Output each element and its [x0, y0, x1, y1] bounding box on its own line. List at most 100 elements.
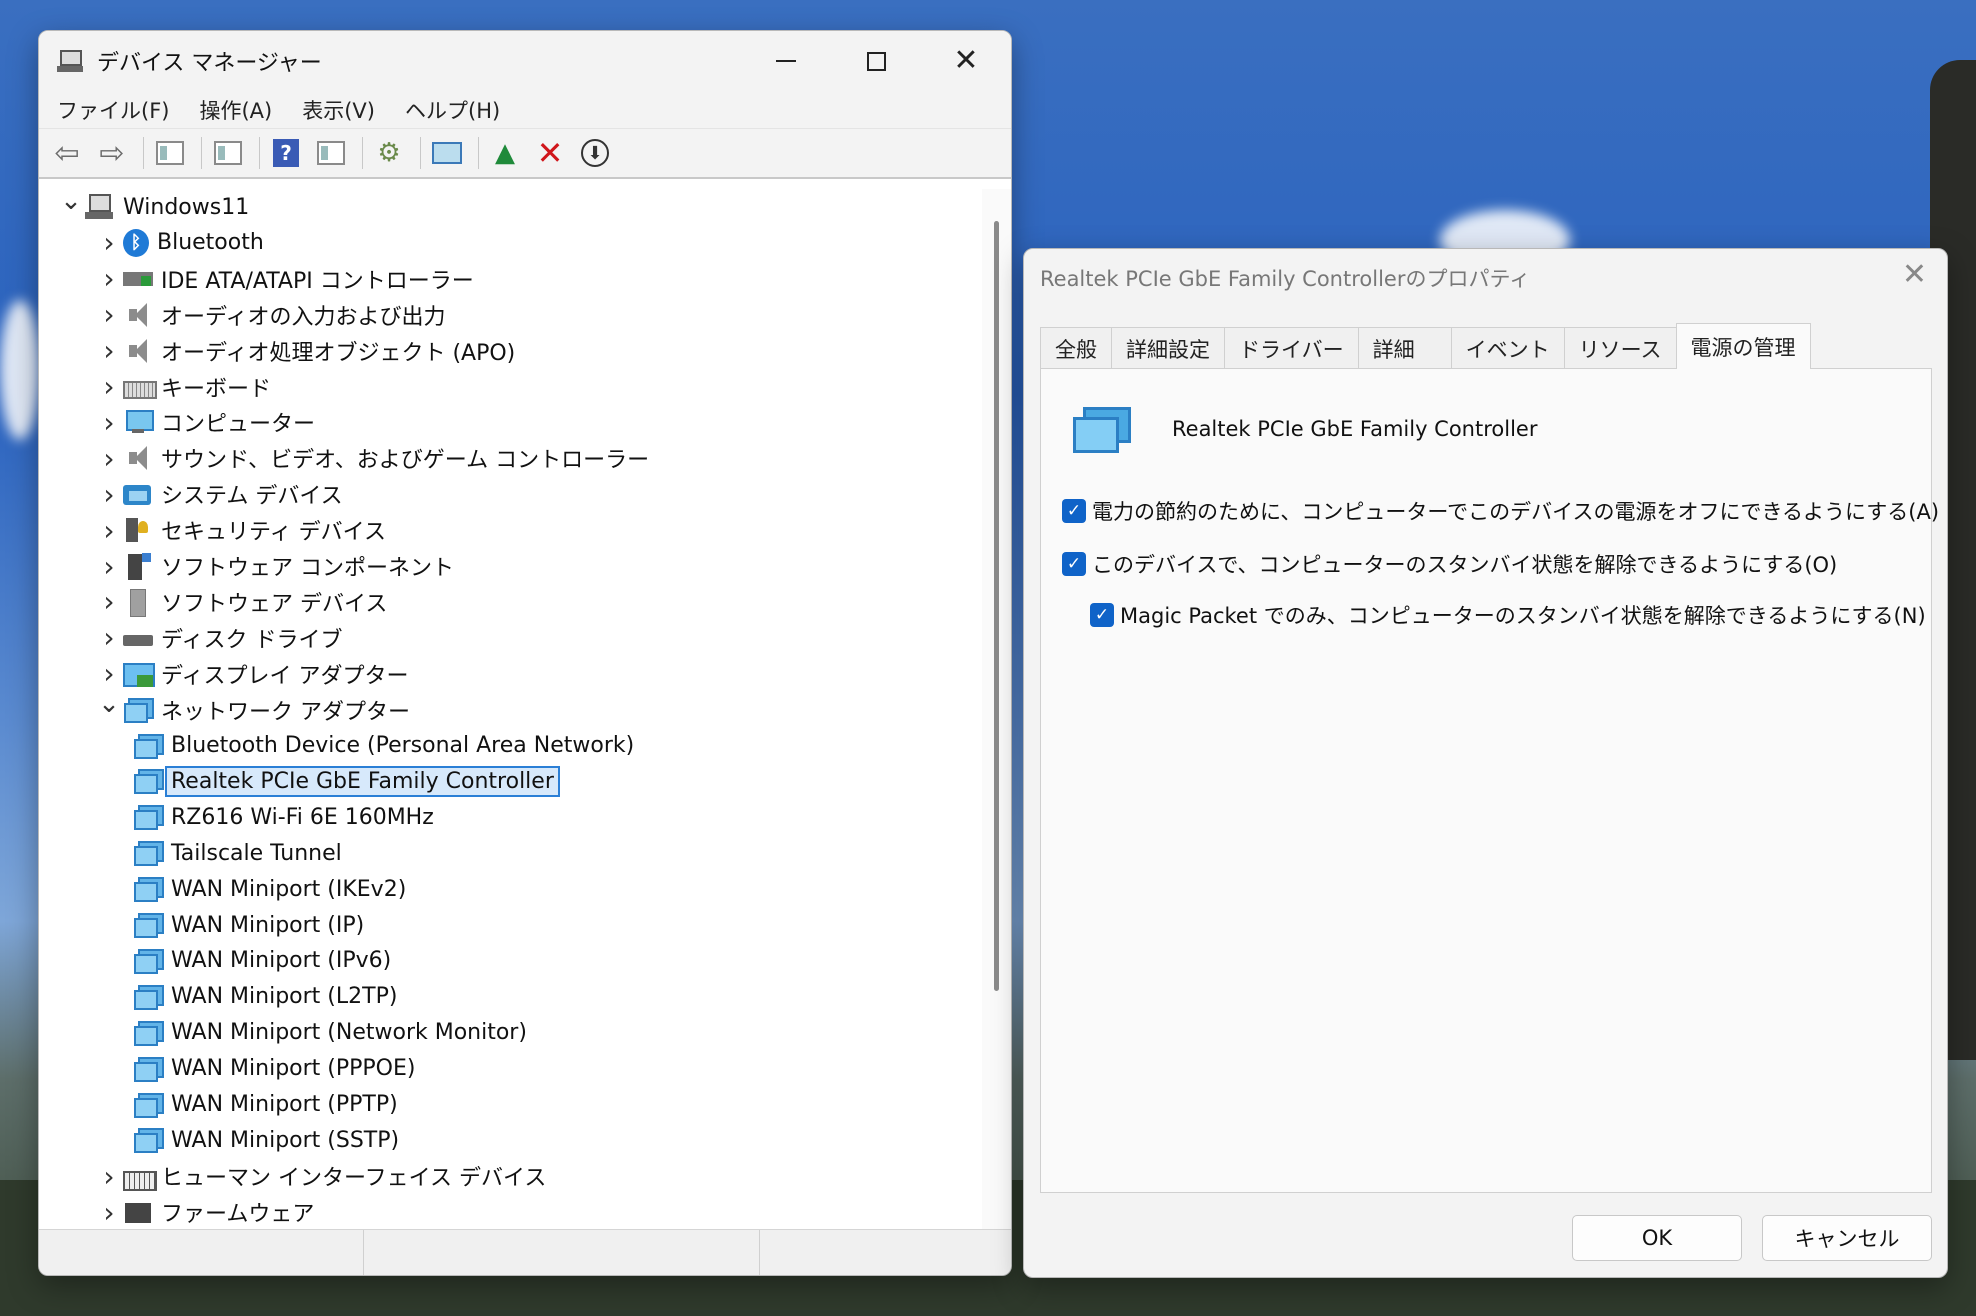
- tree-item-network-adapter[interactable]: Bluetooth Device (Personal Area Network): [133, 729, 634, 763]
- back-button[interactable]: ⇦: [47, 133, 87, 173]
- tree-category-disk-drives[interactable]: › ディスク ドライブ: [95, 621, 342, 655]
- tree-item-label: キーボード: [161, 376, 272, 402]
- toolbar-separator: [420, 137, 421, 169]
- chevron-right-icon[interactable]: ›: [95, 406, 123, 439]
- tree-item-network-adapter[interactable]: Realtek PCIe GbE Family Controller: [133, 764, 560, 798]
- help-button[interactable]: ?: [266, 133, 306, 173]
- tab-details[interactable]: 詳細: [1357, 327, 1452, 369]
- tab-power-management[interactable]: 電源の管理: [1675, 323, 1811, 369]
- tree-category-computer[interactable]: › コンピューター: [95, 405, 315, 439]
- tree-item-label: WAN Miniport (PPTP): [171, 1092, 398, 1117]
- chevron-down-icon[interactable]: ⌄: [57, 189, 85, 216]
- chevron-right-icon[interactable]: ›: [95, 262, 123, 295]
- arrow-left-icon: ⇦: [54, 135, 80, 171]
- tree-category-audio-apo[interactable]: › オーディオ処理オブジェクト (APO): [95, 334, 515, 368]
- status-cell: [39, 1230, 364, 1275]
- tree-category-ide-ata-atapi[interactable]: › IDE ATA/ATAPI コントローラー: [95, 262, 473, 296]
- window-title: デバイス マネージャー: [97, 51, 322, 76]
- chevron-right-icon[interactable]: ›: [95, 1160, 123, 1193]
- uninstall-device-button[interactable]: ✕: [530, 133, 570, 173]
- allow-power-off-label: 電力の節約のために、コンピューターでこのデバイスの電源をオフにできるようにする(…: [1092, 500, 1940, 524]
- chevron-right-icon[interactable]: ›: [95, 585, 123, 618]
- tree-item-network-adapter[interactable]: WAN Miniport (SSTP): [133, 1123, 399, 1157]
- chevron-right-icon[interactable]: ›: [95, 226, 123, 259]
- tree-category-software-devices[interactable]: › ソフトウェア デバイス: [95, 585, 387, 619]
- allow-power-off-checkbox[interactable]: ✓ 電力の節約のために、コンピューターでこのデバイスの電源をオフにできるようにす…: [1062, 496, 1939, 526]
- tree-item-network-adapter[interactable]: WAN Miniport (IKEv2): [133, 872, 406, 906]
- properties-button[interactable]: [208, 133, 248, 173]
- properties-dialog: Realtek PCIe GbE Family Controllerのプロパティ…: [1023, 248, 1948, 1278]
- toolbar: ⇦ ⇨ ? ⚙ ▲ ✕ ⬇: [39, 129, 1011, 179]
- chevron-right-icon[interactable]: ›: [95, 442, 123, 475]
- magic-packet-only-checkbox[interactable]: ✓ Magic Packet でのみ、コンピューターのスタンバイ状態を解除できる…: [1090, 600, 1926, 630]
- chevron-right-icon[interactable]: ›: [95, 1196, 123, 1229]
- tree-item-network-adapter[interactable]: Tailscale Tunnel: [133, 836, 342, 870]
- chevron-right-icon[interactable]: ›: [95, 478, 123, 511]
- tree-item-network-adapter[interactable]: WAN Miniport (PPTP): [133, 1088, 398, 1122]
- tree-category-keyboard[interactable]: › キーボード: [95, 370, 271, 404]
- menu-view[interactable]: 表示(V): [302, 95, 375, 125]
- scan-hardware-button[interactable]: [427, 133, 467, 173]
- tree-category-display-adapters[interactable]: › ディスプレイ アダプター: [95, 657, 408, 691]
- allow-wake-checkbox[interactable]: ✓ このデバイスで、コンピューターのスタンバイ状態を解除できるようにする(O): [1062, 549, 1837, 579]
- tree-category-sound-video-game[interactable]: › サウンド、ビデオ、およびゲーム コントローラー: [95, 441, 649, 475]
- tree-root-windows11[interactable]: ⌄ Windows11: [57, 189, 249, 224]
- chevron-down-icon[interactable]: ⌄: [95, 689, 123, 719]
- forward-button[interactable]: ⇨: [92, 133, 132, 173]
- tree-category-human-interface-devices[interactable]: › ヒューマン インターフェイス デバイス: [95, 1159, 546, 1193]
- tree-item-network-adapter[interactable]: WAN Miniport (IPv6): [133, 944, 391, 978]
- maximize-button[interactable]: [831, 31, 921, 91]
- chevron-right-icon[interactable]: ›: [95, 550, 123, 583]
- tab-resources[interactable]: リソース: [1563, 327, 1677, 369]
- show-hide-console-tree-button[interactable]: [150, 133, 190, 173]
- ok-button[interactable]: OK: [1572, 1215, 1742, 1261]
- tree-category-bluetooth[interactable]: › ᛒ Bluetooth: [95, 226, 263, 260]
- close-button[interactable]: ✕: [921, 31, 1011, 91]
- add-driver-button[interactable]: ▲: [485, 133, 525, 173]
- tab-advanced[interactable]: 詳細設定: [1111, 327, 1225, 369]
- tree-item-network-adapter[interactable]: WAN Miniport (PPPOE): [133, 1052, 415, 1086]
- net-icon: [133, 910, 164, 940]
- action-pane-button[interactable]: [311, 133, 351, 173]
- dialog-close-button[interactable]: ✕: [1902, 257, 1927, 292]
- tree-category-security-devices[interactable]: › セキュリティ デバイス: [95, 513, 386, 547]
- net-icon: [133, 1090, 164, 1120]
- minimize-button[interactable]: [741, 31, 831, 91]
- tree-item-network-adapter[interactable]: RZ616 Wi-Fi 6E 160MHz: [133, 800, 434, 834]
- net-icon: [133, 802, 164, 832]
- tree-item-network-adapter[interactable]: WAN Miniport (IP): [133, 908, 364, 942]
- tree-item-label: オーディオの入力および出力: [161, 304, 446, 330]
- chevron-right-icon[interactable]: ›: [95, 298, 123, 331]
- tree-category-software-components[interactable]: › ソフトウェア コンポーネント: [95, 549, 454, 583]
- chevron-right-icon[interactable]: ›: [95, 621, 123, 654]
- toolbar-separator: [201, 137, 202, 169]
- disk-icon: [123, 623, 153, 653]
- title-bar[interactable]: デバイス マネージャー ✕: [39, 31, 1011, 91]
- tree-item-label: WAN Miniport (IP): [171, 912, 365, 938]
- chevron-right-icon[interactable]: ›: [95, 657, 123, 690]
- cancel-button[interactable]: キャンセル: [1762, 1215, 1932, 1261]
- menu-file[interactable]: ファイル(F): [57, 95, 169, 125]
- tab-general[interactable]: 全般: [1040, 327, 1112, 369]
- disable-device-button[interactable]: ⬇: [575, 133, 615, 173]
- menu-action[interactable]: 操作(A): [199, 95, 272, 125]
- tree-item-label: ディスク ドライブ: [161, 627, 343, 653]
- tree-category-network-adapters[interactable]: ⌄ ネットワーク アダプター: [95, 689, 410, 727]
- chevron-right-icon[interactable]: ›: [95, 370, 123, 403]
- chevron-right-icon[interactable]: ›: [95, 334, 123, 367]
- chevron-right-icon[interactable]: ›: [95, 514, 123, 547]
- scrollbar-thumb[interactable]: [994, 221, 999, 991]
- tab-driver[interactable]: ドライバー: [1224, 327, 1359, 369]
- tree-category-firmware[interactable]: › ファームウェア: [95, 1195, 314, 1229]
- vertical-scrollbar[interactable]: [982, 189, 1011, 1259]
- device-tree[interactable]: ⌄ Windows11 › ᛒ Bluetooth › IDE ATA/ATAPI コントロ…: [39, 189, 984, 1259]
- tree-item-network-adapter[interactable]: WAN Miniport (Network Monitor): [133, 1016, 527, 1050]
- menu-help[interactable]: ヘルプ(H): [405, 95, 500, 125]
- tree-item-network-adapter[interactable]: WAN Miniport (L2TP): [133, 980, 397, 1014]
- tab-events[interactable]: イベント: [1450, 327, 1565, 369]
- tree-category-system-devices[interactable]: › システム デバイス: [95, 477, 342, 511]
- tree-category-audio-io[interactable]: › オーディオの入力および出力: [95, 298, 445, 332]
- bt-icon: ᛒ: [123, 228, 149, 257]
- action-pane-icon: [317, 141, 345, 165]
- update-driver-button[interactable]: ⚙: [369, 133, 409, 173]
